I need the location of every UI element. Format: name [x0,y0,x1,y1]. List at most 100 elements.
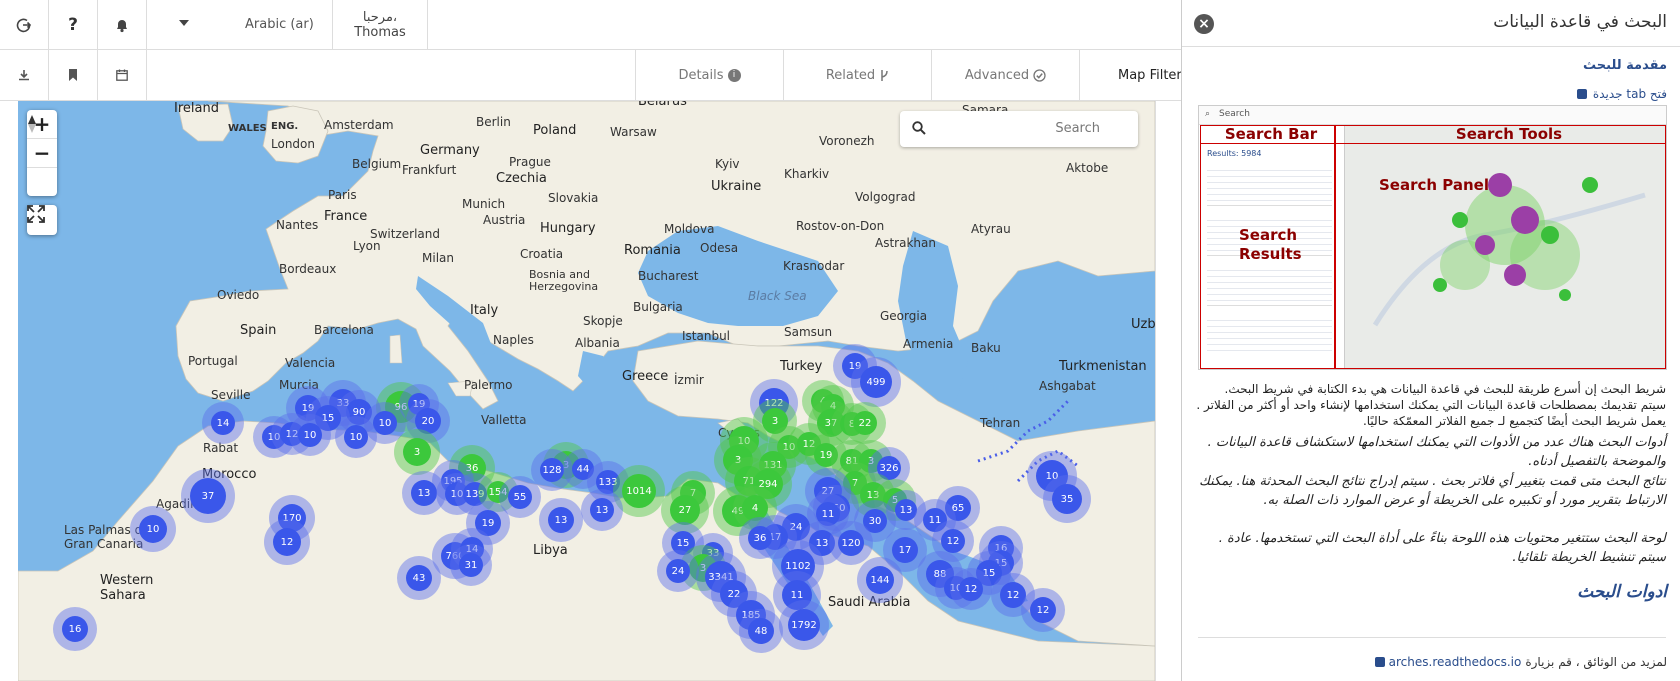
check-circle-icon [1033,68,1046,82]
map-label-tehran: Tehran [980,416,1021,430]
map-label-italy: Italy [470,303,499,318]
map-cluster-marker[interactable]: 37 [190,478,226,514]
map-label-greece: Greece [622,369,669,384]
map-cluster-marker[interactable]: 16 [62,616,88,642]
map-label-slovakia: Slovakia [548,191,599,205]
map-cluster-marker[interactable]: 14 [211,411,235,435]
close-help-button[interactable]: × [1194,14,1214,34]
map-label-voronezh: Voronezh [819,134,875,148]
intro-link[interactable]: مقدمة للبحث [1583,58,1667,73]
search-results-label: Search Results [1239,226,1302,263]
docs-link[interactable]: arches.readthedocs.io [1389,655,1522,669]
map-cluster-marker[interactable]: 144 [866,566,894,594]
zoom-out-button[interactable]: − [27,139,57,168]
tab-details[interactable]: Details i [636,50,784,100]
search-bar-label: Search Bar [1224,125,1318,143]
compass-icon [28,115,36,133]
map-cluster-marker[interactable]: 12 [1030,597,1056,623]
notifications-button[interactable] [98,0,147,49]
map-label-bordeaux: Bordeaux [279,262,337,276]
bookmark-button[interactable] [49,50,98,100]
map-label-france: France [324,209,368,224]
tab-map-filter[interactable]: Map Filter [1080,50,1190,100]
search-results-description: نتائج البحث متى قمت بتغيير أي فلاتر بحث … [1199,474,1666,508]
map-cluster-marker[interactable]: 12 [959,577,983,601]
map-label-prague: Prague [509,155,551,169]
download-icon [19,70,29,81]
tab-advanced[interactable]: Advanced [932,50,1080,100]
map-label-spain: Spain [240,323,277,338]
calendar-icon [116,69,128,81]
map-label-kharkiv: Kharkiv [784,167,830,181]
map-label-uzb: Uzb [1131,317,1155,332]
map-cluster-marker[interactable]: 13 [590,498,614,522]
new-tab-label: فتح tab جديدة [1592,87,1667,101]
filter-tabs: Details i Related Advanced Map Filter [635,50,1190,100]
branch-icon [881,69,888,81]
map-cluster-marker[interactable]: 1014 [622,474,656,508]
map-cluster-marker[interactable]: 13 [548,507,574,533]
map-label-paris: Paris [328,188,357,202]
map-cluster-marker[interactable]: 22 [853,411,877,435]
map-cluster-marker[interactable]: 31 [459,553,483,577]
map-canvas[interactable]: Ireland WALES ENG. London Amsterdam Bela… [18,101,1155,681]
map-cluster-marker[interactable]: 10 [139,515,167,543]
sign-out-button[interactable] [0,0,49,49]
sign-out-icon [16,18,32,32]
tab-details-label: Details [678,67,724,83]
map-label-lyon: Lyon [353,239,381,253]
map-label-berlin: Berlin [476,115,511,129]
map-cluster-marker[interactable]: 128 [540,458,564,482]
external-link-icon [1374,657,1385,667]
map-cluster-marker[interactable]: 1792 [788,609,820,641]
map-cluster-marker[interactable]: 12 [273,528,301,556]
map-cluster-marker[interactable]: 55 [508,485,532,509]
map-label-western-sahara: Western Sahara [100,573,154,603]
map-cluster-marker[interactable]: 13 [411,480,437,506]
open-new-tab-link[interactable]: فتح tab جديدة [1576,87,1667,101]
map-search-input[interactable]: Search [900,111,1138,147]
user-profile[interactable]: مرحبا، Thomas [333,0,428,49]
map-cluster-marker[interactable]: 36 [748,526,772,550]
map-label-albania: Albania [575,336,620,350]
map-label-moldova: Moldova [664,222,715,236]
help-screenshot: ⌕ Search Results: 5984 Search Bar Search… [1198,105,1667,370]
map-cluster-marker[interactable]: 24 [666,559,690,583]
language-select[interactable]: Arabic (ar) [147,0,333,49]
panel-divider[interactable] [1155,101,1182,681]
map-cluster-marker[interactable]: 499 [860,366,892,398]
map-label-eng: ENG. [271,121,299,132]
map-cluster-marker[interactable]: 17 [892,537,918,563]
search-tools-label: Search Tools [1455,125,1563,143]
map-cluster-marker[interactable]: 120 [838,530,864,556]
map-label-frankfurt: Frankfurt [402,163,457,177]
map-label-valletta: Valletta [481,413,527,427]
map-label-seville: Seville [211,388,251,402]
help-button[interactable]: ? [49,0,98,49]
map-cluster-marker[interactable]: 12 [941,529,965,553]
map-label-croatia: Croatia [520,247,564,261]
map-cluster-marker[interactable]: 3 [403,438,431,466]
tab-related[interactable]: Related [784,50,932,100]
search-icon [912,121,926,135]
time-filter-button[interactable] [98,50,147,100]
map-label-barcelona: Barcelona [314,323,374,337]
map-cluster-marker[interactable]: 10 [344,425,368,449]
map-label-oviedo: Oviedo [217,288,260,302]
compass-button[interactable] [27,115,57,196]
map-cluster-marker[interactable]: 10 [373,411,397,435]
map-cluster-marker[interactable]: 10 [298,423,322,447]
map-cluster-marker[interactable]: 48 [748,618,774,644]
map-cluster-marker[interactable]: 43 [406,565,432,591]
username: Thomas [354,24,406,40]
export-button[interactable] [0,50,49,100]
close-icon: × [1198,16,1210,32]
map-label-astrakhan: Astrakhan [875,236,936,250]
map-cluster-marker[interactable]: 27 [670,495,700,525]
tab-related-label: Related [825,67,876,83]
map-label-wales: WALES [228,123,267,134]
fullscreen-button[interactable] [27,205,57,235]
search-panel-label: Search Panel [1379,176,1489,194]
map-cluster-marker[interactable]: 35 [1052,484,1082,514]
map-label-ukraine: Ukraine [711,179,762,194]
